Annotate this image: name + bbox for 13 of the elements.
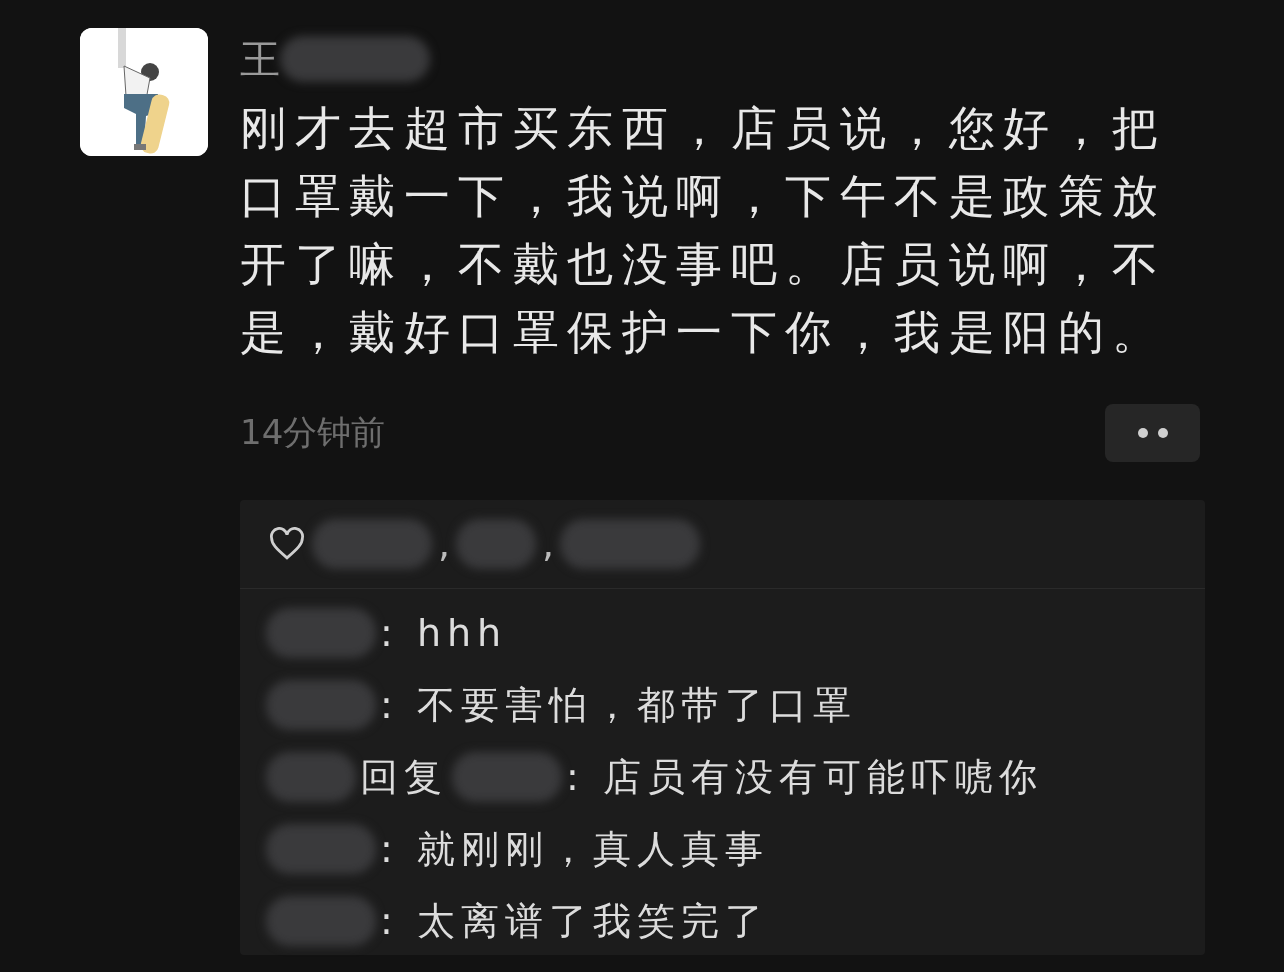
- post-time: 14分钟前: [240, 411, 386, 454]
- name-separator: ,: [542, 522, 555, 566]
- comment-text: : hhh: [380, 611, 508, 655]
- heart-icon[interactable]: [268, 527, 306, 561]
- author-name[interactable]: 王: [240, 31, 280, 87]
- comment-text: : 店员有没有可能吓唬你: [566, 753, 1043, 801]
- comment-text: : 就刚刚，真人真事: [380, 825, 769, 873]
- post-text: 刚才去超市买东西，店员说，您好，把口罩戴一下，我说啊，下午不是政策放开了嘛，不戴也没事吧。店员说啊，不是，戴好口罩保护一下你，我是阳的。: [240, 100, 1168, 361]
- comment-text: : 不要害怕，都带了口罩: [380, 681, 857, 729]
- more-button[interactable]: [1105, 404, 1200, 462]
- comment-text: : 太离谱了我笑完了: [380, 897, 769, 945]
- name-separator: ,: [438, 522, 451, 566]
- reply-label: 回复: [360, 753, 448, 801]
